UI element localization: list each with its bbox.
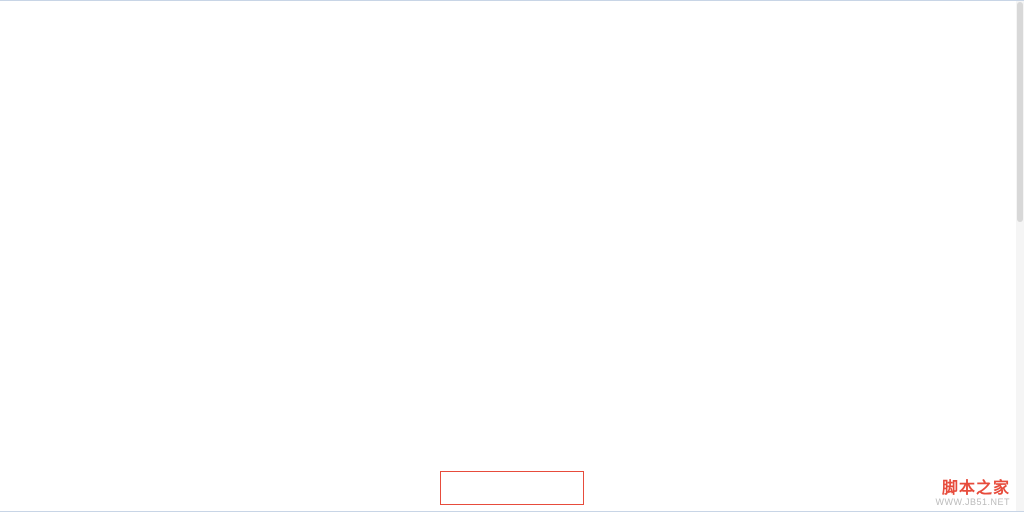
scrollbar-track[interactable] bbox=[1016, 1, 1024, 511]
scrollbar-thumb[interactable] bbox=[1017, 2, 1023, 222]
watermark-url: WWW.JB51.NET bbox=[935, 498, 1010, 508]
top-border bbox=[0, 0, 1024, 1]
highlight-box bbox=[440, 471, 584, 505]
watermark: 脚本之家 WWW.JB51.NET bbox=[935, 480, 1010, 508]
watermark-title: 脚本之家 bbox=[935, 480, 1010, 498]
